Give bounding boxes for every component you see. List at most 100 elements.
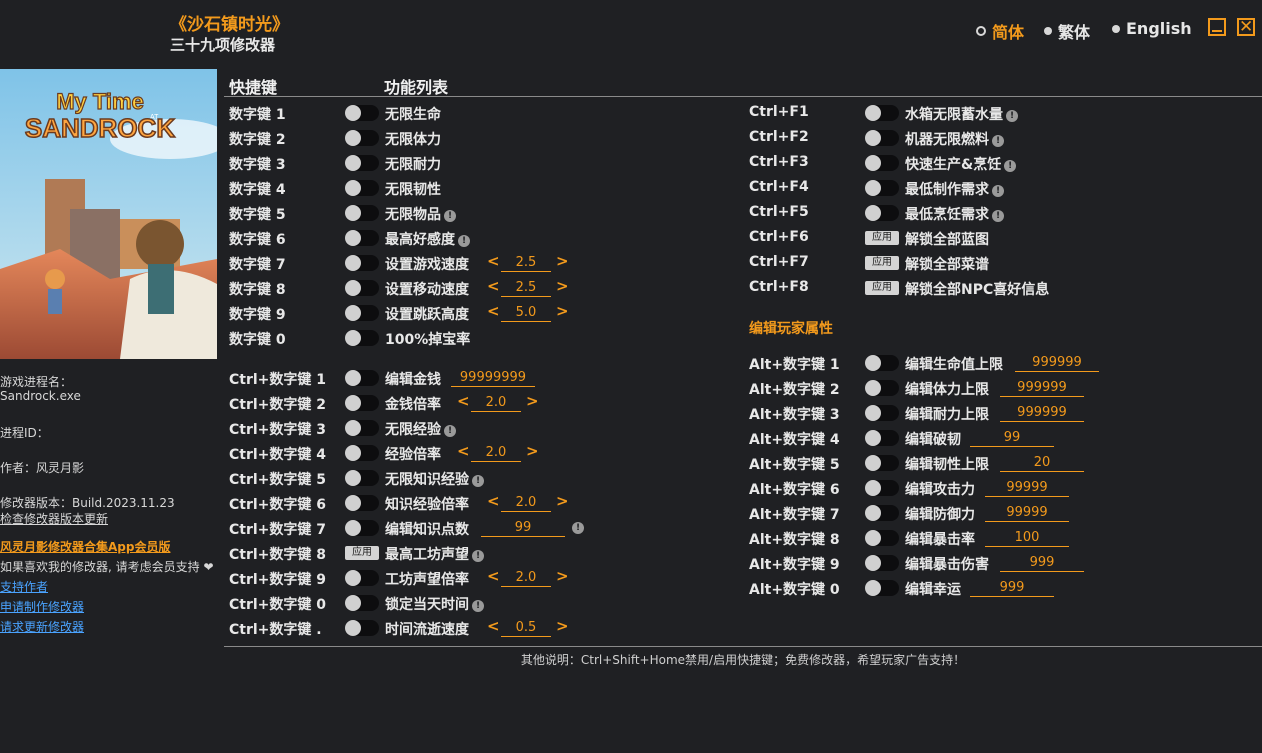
value-input[interactable]: 0.5 bbox=[501, 619, 551, 637]
numpad-row-toggle[interactable] bbox=[345, 105, 379, 121]
value-input[interactable]: 999 bbox=[970, 579, 1054, 597]
info-icon[interactable]: ! bbox=[992, 135, 1004, 147]
info-icon[interactable]: ! bbox=[992, 210, 1004, 222]
info-icon[interactable]: ! bbox=[572, 522, 584, 534]
info-icon[interactable]: ! bbox=[1004, 160, 1017, 172]
numpad-row-toggle[interactable] bbox=[345, 395, 379, 411]
info-icon[interactable]: ! bbox=[472, 600, 484, 612]
numpad-row-toggle[interactable] bbox=[345, 420, 379, 436]
value-input[interactable]: 99 bbox=[970, 429, 1054, 447]
attr-row-toggle[interactable] bbox=[865, 380, 899, 396]
attr-row-toggle[interactable] bbox=[865, 405, 899, 421]
value-input[interactable]: 99999 bbox=[985, 504, 1069, 522]
attr-row-toggle[interactable] bbox=[865, 430, 899, 446]
value-input[interactable]: 99 bbox=[481, 519, 565, 537]
lang-option-english[interactable]: English bbox=[1112, 19, 1192, 38]
apply-button[interactable]: 应用 bbox=[865, 256, 899, 270]
ctrl-f-row-toggle[interactable] bbox=[865, 105, 899, 121]
decrease-arrow[interactable]: < bbox=[487, 277, 500, 295]
decrease-arrow[interactable]: < bbox=[487, 567, 500, 585]
check-update-link[interactable]: 检查修改器版本更新 bbox=[0, 510, 108, 527]
value-input[interactable]: 5.0 bbox=[501, 304, 551, 322]
numpad-row-toggle[interactable] bbox=[345, 370, 379, 386]
close-button[interactable]: ✕ bbox=[1237, 18, 1255, 36]
request-trainer-link[interactable]: 申请制作修改器 bbox=[0, 598, 84, 615]
promo-link[interactable]: 风灵月影修改器合集App会员版 bbox=[0, 538, 170, 555]
decrease-arrow[interactable]: < bbox=[457, 442, 470, 460]
ctrl-f-row-toggle[interactable] bbox=[865, 155, 899, 171]
value-input[interactable]: 2.0 bbox=[471, 394, 521, 412]
increase-arrow[interactable]: > bbox=[556, 302, 569, 320]
decrease-arrow[interactable]: < bbox=[487, 302, 500, 320]
numpad-row-toggle[interactable] bbox=[345, 595, 379, 611]
value-input[interactable]: 2.0 bbox=[501, 569, 551, 587]
numpad-row-toggle[interactable] bbox=[345, 180, 379, 196]
request-update-link[interactable]: 请求更新修改器 bbox=[0, 618, 84, 635]
value-input[interactable]: 2.5 bbox=[501, 279, 551, 297]
lang-option-traditional[interactable]: 繁体 bbox=[1044, 19, 1090, 43]
numpad-row-toggle[interactable] bbox=[345, 470, 379, 486]
attr-row-toggle[interactable] bbox=[865, 480, 899, 496]
value-input[interactable]: 2.0 bbox=[471, 444, 521, 462]
ctrl-f-row-toggle[interactable] bbox=[865, 130, 899, 146]
increase-arrow[interactable]: > bbox=[556, 277, 569, 295]
numpad-row-toggle[interactable] bbox=[345, 520, 379, 536]
increase-arrow[interactable]: > bbox=[556, 252, 569, 270]
attr-row-hotkey: Alt+数字键 5 bbox=[749, 457, 840, 473]
numpad-row-toggle[interactable] bbox=[345, 205, 379, 221]
increase-arrow[interactable]: > bbox=[526, 392, 539, 410]
numpad-row-toggle[interactable] bbox=[345, 330, 379, 346]
apply-button[interactable]: 应用 bbox=[865, 231, 899, 245]
attr-row-toggle[interactable] bbox=[865, 555, 899, 571]
increase-arrow[interactable]: > bbox=[556, 567, 569, 585]
attr-row-toggle[interactable] bbox=[865, 355, 899, 371]
attr-row-toggle[interactable] bbox=[865, 530, 899, 546]
numpad-row-toggle[interactable] bbox=[345, 570, 379, 586]
increase-arrow[interactable]: > bbox=[526, 442, 539, 460]
numpad-row-toggle[interactable] bbox=[345, 280, 379, 296]
support-author-link[interactable]: 支持作者 bbox=[0, 578, 48, 595]
attr-row-toggle[interactable] bbox=[865, 580, 899, 596]
decrease-arrow[interactable]: < bbox=[457, 392, 470, 410]
info-icon[interactable]: ! bbox=[458, 235, 470, 247]
numpad-row-toggle[interactable] bbox=[345, 130, 379, 146]
apply-button[interactable]: 应用 bbox=[345, 546, 379, 560]
lang-option-simplified[interactable]: 简体 bbox=[976, 19, 1024, 43]
numpad-row-toggle[interactable] bbox=[345, 495, 379, 511]
attr-row-toggle[interactable] bbox=[865, 455, 899, 471]
numpad-row-toggle[interactable] bbox=[345, 155, 379, 171]
value-input[interactable]: 2.5 bbox=[501, 254, 551, 272]
decrease-arrow[interactable]: < bbox=[487, 252, 500, 270]
increase-arrow[interactable]: > bbox=[556, 492, 569, 510]
ctrl-f-row-toggle[interactable] bbox=[865, 205, 899, 221]
info-icon[interactable]: ! bbox=[444, 210, 456, 222]
decrease-arrow[interactable]: < bbox=[487, 492, 500, 510]
increase-arrow[interactable]: > bbox=[556, 617, 569, 635]
info-icon[interactable]: ! bbox=[472, 475, 484, 487]
minimize-button[interactable] bbox=[1208, 18, 1226, 36]
feature-name: 编辑攻击力 bbox=[905, 482, 975, 498]
value-input[interactable]: 999999 bbox=[1000, 379, 1084, 397]
ctrl-f-row-toggle[interactable] bbox=[865, 180, 899, 196]
apply-button[interactable]: 应用 bbox=[865, 281, 899, 295]
attr-row-toggle[interactable] bbox=[865, 505, 899, 521]
info-icon[interactable]: ! bbox=[992, 185, 1004, 197]
info-icon[interactable]: ! bbox=[472, 550, 484, 562]
numpad-row-toggle[interactable] bbox=[345, 255, 379, 271]
value-input[interactable]: 999999 bbox=[1000, 404, 1084, 422]
value-input[interactable]: 999 bbox=[1000, 554, 1084, 572]
numpad-row-hotkey: 数字键 1 bbox=[229, 107, 286, 123]
numpad-row-toggle[interactable] bbox=[345, 230, 379, 246]
value-input[interactable]: 20 bbox=[1000, 454, 1084, 472]
info-icon[interactable]: ! bbox=[1006, 110, 1018, 122]
decrease-arrow[interactable]: < bbox=[487, 617, 500, 635]
value-input[interactable]: 100 bbox=[985, 529, 1069, 547]
value-input[interactable]: 999999 bbox=[1015, 354, 1099, 372]
numpad-row-toggle[interactable] bbox=[345, 620, 379, 636]
numpad-row-toggle[interactable] bbox=[345, 305, 379, 321]
info-icon[interactable]: ! bbox=[444, 425, 456, 437]
numpad-row-toggle[interactable] bbox=[345, 445, 379, 461]
value-input[interactable]: 99999 bbox=[985, 479, 1069, 497]
value-input[interactable]: 2.0 bbox=[501, 494, 551, 512]
value-input[interactable]: 99999999 bbox=[451, 369, 535, 387]
